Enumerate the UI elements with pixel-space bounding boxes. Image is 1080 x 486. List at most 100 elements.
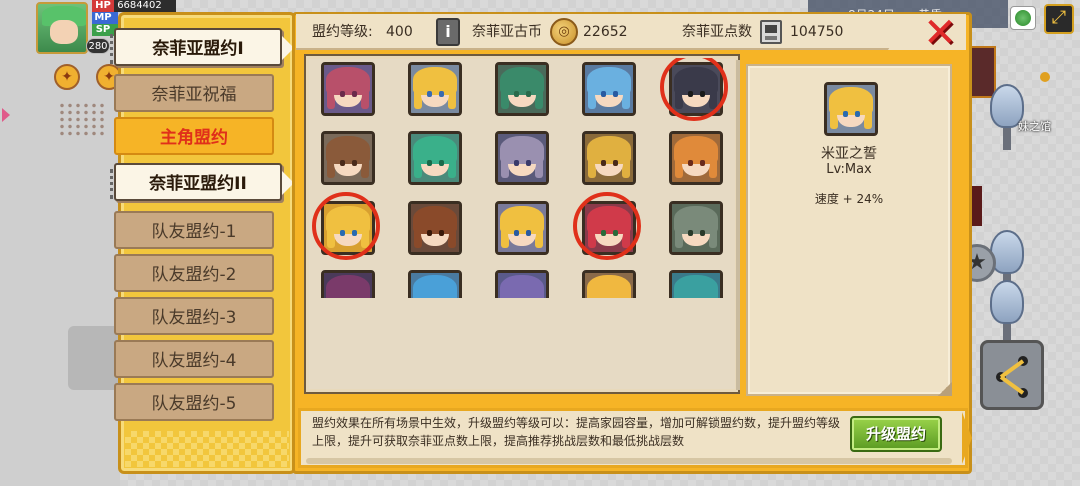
tab-item[interactable]: 奈菲亚祝福 — [114, 74, 274, 112]
tab-item[interactable]: 主角盟约 — [114, 117, 274, 155]
covenant-portrait[interactable] — [408, 62, 462, 116]
hair — [500, 67, 544, 95]
hair — [413, 206, 457, 234]
eye — [601, 91, 606, 97]
eye — [688, 91, 693, 97]
grid-scrollbar[interactable] — [736, 60, 740, 390]
tab-item[interactable]: 奈菲亚盟约I — [110, 28, 294, 66]
hair — [674, 67, 718, 95]
info-icon[interactable]: i — [436, 18, 460, 46]
covenant-portrait[interactable] — [321, 131, 375, 185]
covenant-portrait[interactable] — [495, 131, 549, 185]
eye — [514, 160, 519, 166]
eye — [700, 91, 705, 97]
eye — [613, 160, 618, 166]
covenant-portrait[interactable] — [582, 131, 636, 185]
eye — [613, 91, 618, 97]
tab-label: 奈菲亚祝福 — [151, 85, 237, 105]
share-icon — [996, 356, 1028, 398]
fullscreen-icon[interactable]: ⤢ — [1044, 4, 1074, 34]
eye — [340, 160, 345, 166]
eye — [352, 160, 357, 166]
covenant-portrait[interactable] — [321, 201, 375, 255]
covenant-portrait[interactable] — [582, 201, 636, 255]
eye — [439, 160, 444, 166]
binder-ring-decoration — [110, 169, 124, 199]
description-text: 盟约效果在所有场景中生效，升级盟约等级可以：提高家园容量，增加可解锁盟约数，提升… — [312, 416, 841, 448]
hair — [500, 206, 544, 234]
tab-item[interactable]: 队友盟约-4 — [114, 340, 274, 378]
detail-level: Lv:Max — [826, 162, 872, 177]
player-level-badge: 280 — [86, 38, 110, 54]
eye — [843, 111, 848, 117]
tree-decoration — [990, 280, 1024, 346]
tab-item[interactable]: 队友盟约-1 — [114, 211, 274, 249]
hp-bar: HP 6684402 — [92, 0, 176, 12]
eye — [601, 160, 606, 166]
eye — [613, 230, 618, 236]
network-icon — [1010, 6, 1036, 30]
coin-value: 22652 — [583, 24, 628, 40]
location-label: 妹之馆 — [1018, 120, 1051, 133]
eye — [526, 160, 531, 166]
hair — [674, 206, 718, 234]
upgrade-covenant-button[interactable]: 升级盟约 — [850, 416, 942, 452]
covenant-portrait[interactable] — [408, 131, 462, 185]
tab-item[interactable]: 奈菲亚盟约II — [110, 163, 294, 201]
hair — [413, 67, 457, 95]
movement-pad[interactable] — [68, 326, 120, 390]
tab-label: 队友盟约-4 — [151, 351, 237, 371]
close-button[interactable]: ✕ — [920, 13, 960, 54]
hair — [674, 136, 718, 164]
eye — [514, 91, 519, 97]
hair — [829, 87, 873, 115]
covenant-portrait[interactable] — [495, 201, 549, 255]
tab-label: 队友盟约-1 — [151, 222, 237, 242]
eye — [439, 230, 444, 236]
eye — [340, 230, 345, 236]
covenant-portrait[interactable] — [321, 62, 375, 116]
covenant-portrait[interactable] — [669, 62, 723, 116]
eye — [855, 111, 860, 117]
eye — [427, 91, 432, 97]
covenant-portrait[interactable] — [582, 62, 636, 116]
eye — [700, 160, 705, 166]
panel-pattern — [125, 431, 289, 467]
map-marker-icon — [1040, 72, 1050, 82]
covenant-portrait[interactable] — [408, 201, 462, 255]
mp-label: MP — [94, 12, 112, 23]
tab-label: 奈菲亚盟约I — [152, 39, 244, 59]
eye — [526, 230, 531, 236]
tab-item[interactable]: 队友盟约-5 — [114, 383, 274, 421]
covenant-portrait[interactable] — [495, 62, 549, 116]
avatar[interactable] — [36, 2, 88, 54]
hp-label: HP — [92, 0, 114, 12]
share-button[interactable] — [980, 340, 1044, 410]
eye — [700, 230, 705, 236]
hair — [500, 136, 544, 164]
quick-skill-icon[interactable]: ✦ — [54, 64, 80, 90]
covenant-portrait[interactable] — [669, 131, 723, 185]
binder-ring-decoration — [110, 34, 124, 64]
selected-portrait — [824, 82, 878, 136]
points-label: 奈菲亚点数 — [682, 24, 752, 40]
points-card-icon — [760, 20, 782, 44]
eye — [514, 230, 519, 236]
tab-label: 队友盟约-5 — [151, 394, 237, 414]
tab-label: 队友盟约-3 — [151, 308, 237, 328]
tab-item[interactable]: 队友盟约-3 — [114, 297, 274, 335]
eye — [688, 160, 693, 166]
hp-value: 6684402 — [117, 0, 162, 11]
resource-bar: 盟约等级: 400 奈菲亚古币 22652 奈菲亚点数 104750 — [296, 14, 956, 50]
hair — [587, 206, 631, 234]
tab-item[interactable]: 队友盟约-2 — [114, 254, 274, 292]
description-arrow-decoration — [962, 412, 972, 464]
eye — [427, 230, 432, 236]
description-scrollbar — [306, 458, 952, 464]
eye — [352, 91, 357, 97]
eye — [601, 230, 606, 236]
covenant-portrait[interactable] — [669, 201, 723, 255]
eye — [439, 91, 444, 97]
hair — [587, 67, 631, 95]
eye — [352, 230, 357, 236]
